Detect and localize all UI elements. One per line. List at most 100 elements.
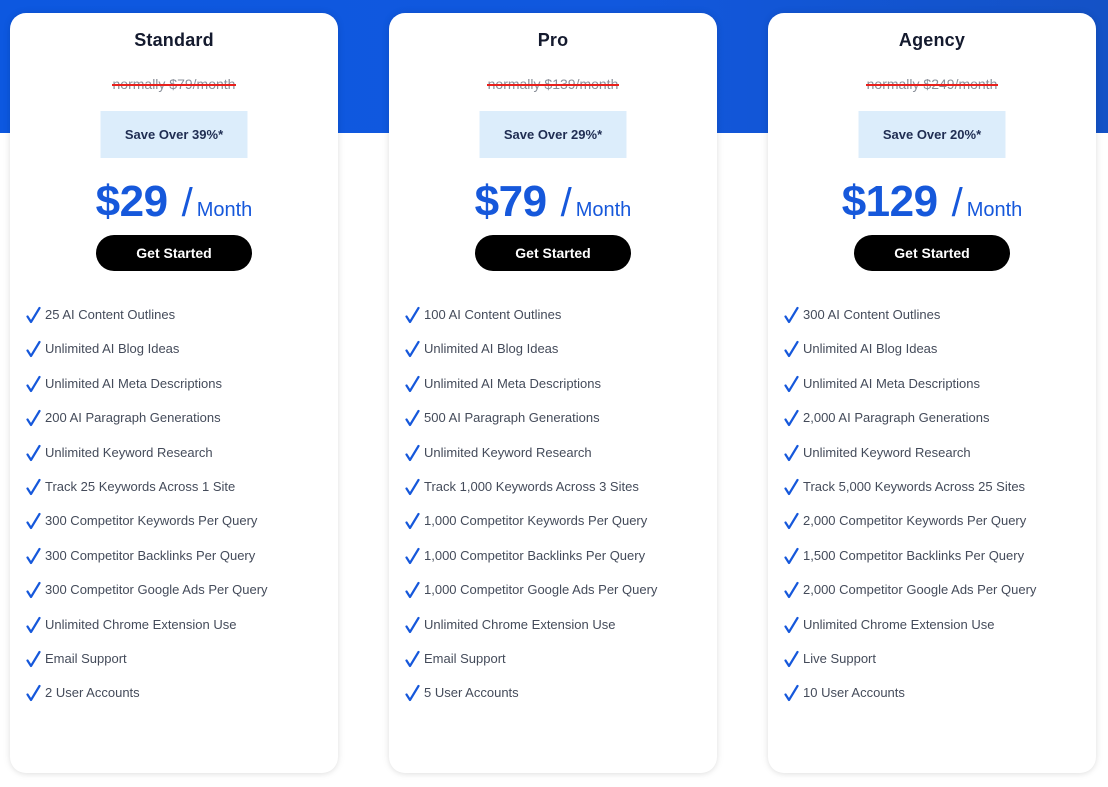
feature-text: Unlimited Chrome Extension Use <box>803 616 995 632</box>
price-separator: / <box>560 181 572 225</box>
feature-item: Unlimited AI Meta Descriptions <box>26 373 328 407</box>
feature-item: 2,000 Competitor Google Ads Per Query <box>784 579 1086 613</box>
checkmark-icon <box>26 547 41 564</box>
feature-item: 300 Competitor Backlinks Per Query <box>26 545 328 579</box>
feature-text: 2,000 Competitor Google Ads Per Query <box>803 582 1037 598</box>
checkmark-icon <box>405 306 420 324</box>
price-separator: / <box>181 181 193 225</box>
feature-item: Email Support <box>405 648 707 682</box>
feature-item: Track 1,000 Keywords Across 3 Sites <box>405 476 707 510</box>
feature-item: Unlimited AI Blog Ideas <box>405 338 707 372</box>
feature-text: Track 1,000 Keywords Across 3 Sites <box>424 478 639 494</box>
feature-text: Unlimited AI Blog Ideas <box>803 341 938 357</box>
feature-text: 1,000 Competitor Google Ads Per Query <box>424 582 658 598</box>
checkmark-icon <box>405 513 420 530</box>
price-amount: $129 <box>841 177 938 226</box>
feature-text: Unlimited AI Meta Descriptions <box>803 375 981 391</box>
feature-list: 100 AI Content Outlines Unlimited AI Blog… <box>405 304 707 717</box>
checkmark-icon <box>405 341 420 358</box>
feature-text: Live Support <box>803 650 876 666</box>
checkmark-icon <box>26 582 41 599</box>
feature-item: Track 25 Keywords Across 1 Site <box>26 476 328 510</box>
feature-item: Unlimited Keyword Research <box>405 442 707 476</box>
checkmark-icon <box>405 582 420 599</box>
checkmark-icon <box>405 616 420 633</box>
get-started-button[interactable]: Get Started <box>475 235 631 271</box>
checkmark-icon <box>784 547 799 564</box>
savings-badge: Save Over 29%* <box>479 111 627 158</box>
checkmark-icon <box>784 444 799 461</box>
feature-item: Unlimited AI Blog Ideas <box>26 338 328 372</box>
price: $129 / Month <box>768 177 1096 227</box>
feature-item: 1,500 Competitor Backlinks Per Query <box>784 545 1086 579</box>
feature-item: 1,000 Competitor Keywords Per Query <box>405 510 707 544</box>
price-separator: / <box>951 181 963 225</box>
feature-item: Unlimited Chrome Extension Use <box>784 614 1086 648</box>
pricing-card-agency: Agency normally $249/month Save Over 20%… <box>768 13 1096 773</box>
pricing-cards: Standard normally $79/month Save Over 39… <box>0 0 1108 787</box>
checkmark-icon <box>405 650 420 668</box>
checkmark-icon <box>784 685 799 702</box>
price-period: Month <box>966 199 1023 221</box>
feature-text: 1,500 Competitor Backlinks Per Query <box>803 547 1025 563</box>
feature-text: Unlimited Keyword Research <box>424 444 592 460</box>
original-price: normally $79/month <box>10 76 338 92</box>
get-started-button[interactable]: Get Started <box>854 235 1010 271</box>
original-price-text: normally $79/month <box>111 76 237 92</box>
plan-name: Standard <box>134 30 214 50</box>
feature-item: Unlimited AI Meta Descriptions <box>405 373 707 407</box>
feature-item: 1,000 Competitor Google Ads Per Query <box>405 579 707 613</box>
get-started-button[interactable]: Get Started <box>96 235 252 271</box>
feature-text: Unlimited Keyword Research <box>803 444 971 460</box>
checkmark-icon <box>784 306 799 324</box>
feature-text: Unlimited Chrome Extension Use <box>45 616 237 632</box>
feature-text: 25 AI Content Outlines <box>45 307 176 322</box>
checkmark-icon <box>784 478 799 496</box>
feature-item: Unlimited Keyword Research <box>26 442 328 476</box>
feature-text: 300 Competitor Backlinks Per Query <box>45 547 256 563</box>
feature-text: Unlimited AI Meta Descriptions <box>424 375 602 391</box>
plan-name: Agency <box>898 30 966 50</box>
checkmark-icon <box>405 444 420 461</box>
feature-text: Email Support <box>424 650 506 666</box>
feature-item: Track 5,000 Keywords Across 25 Sites <box>784 476 1086 510</box>
feature-item: 300 Competitor Keywords Per Query <box>26 510 328 544</box>
checkmark-icon <box>26 650 41 668</box>
feature-text: Unlimited AI Blog Ideas <box>424 341 559 357</box>
checkmark-icon <box>405 478 420 496</box>
feature-item: Unlimited AI Blog Ideas <box>784 338 1086 372</box>
feature-item: Unlimited AI Meta Descriptions <box>784 373 1086 407</box>
price-amount: $29 <box>95 177 168 226</box>
feature-item: 300 Competitor Google Ads Per Query <box>26 579 328 613</box>
feature-text: Track 5,000 Keywords Across 25 Sites <box>803 478 1026 494</box>
feature-item: 5 User Accounts <box>405 682 707 716</box>
feature-text: 500 AI Paragraph Generations <box>424 410 600 426</box>
checkmark-icon <box>784 341 799 358</box>
checkmark-icon <box>784 582 799 599</box>
feature-item: Unlimited Chrome Extension Use <box>405 614 707 648</box>
original-price: normally $249/month <box>768 76 1096 92</box>
feature-text: Unlimited AI Meta Descriptions <box>45 375 223 391</box>
original-price: normally $139/month <box>389 76 717 92</box>
feature-item: 2,000 Competitor Keywords Per Query <box>784 510 1086 544</box>
feature-item: Email Support <box>26 648 328 682</box>
feature-text: 2,000 Competitor Keywords Per Query <box>803 513 1027 529</box>
feature-list: 300 AI Content Outlines Unlimited AI Blog… <box>784 304 1086 717</box>
feature-text: 300 AI Content Outlines <box>803 307 941 322</box>
feature-item: 2,000 AI Paragraph Generations <box>784 407 1086 441</box>
feature-text: 1,000 Competitor Backlinks Per Query <box>424 547 646 563</box>
feature-item: Unlimited Chrome Extension Use <box>26 614 328 648</box>
feature-item: 10 User Accounts <box>784 682 1086 716</box>
checkmark-icon <box>26 375 41 392</box>
feature-item: Unlimited Keyword Research <box>784 442 1086 476</box>
checkmark-icon <box>26 685 41 702</box>
feature-item: 25 AI Content Outlines <box>26 304 328 338</box>
feature-text: 5 User Accounts <box>424 685 519 701</box>
feature-item: 200 AI Paragraph Generations <box>26 407 328 441</box>
price: $79 / Month <box>389 177 717 227</box>
checkmark-icon <box>26 478 41 496</box>
checkmark-icon <box>405 547 420 564</box>
price-period: Month <box>196 199 253 221</box>
original-price-text: normally $249/month <box>865 76 999 92</box>
checkmark-icon <box>26 341 41 358</box>
